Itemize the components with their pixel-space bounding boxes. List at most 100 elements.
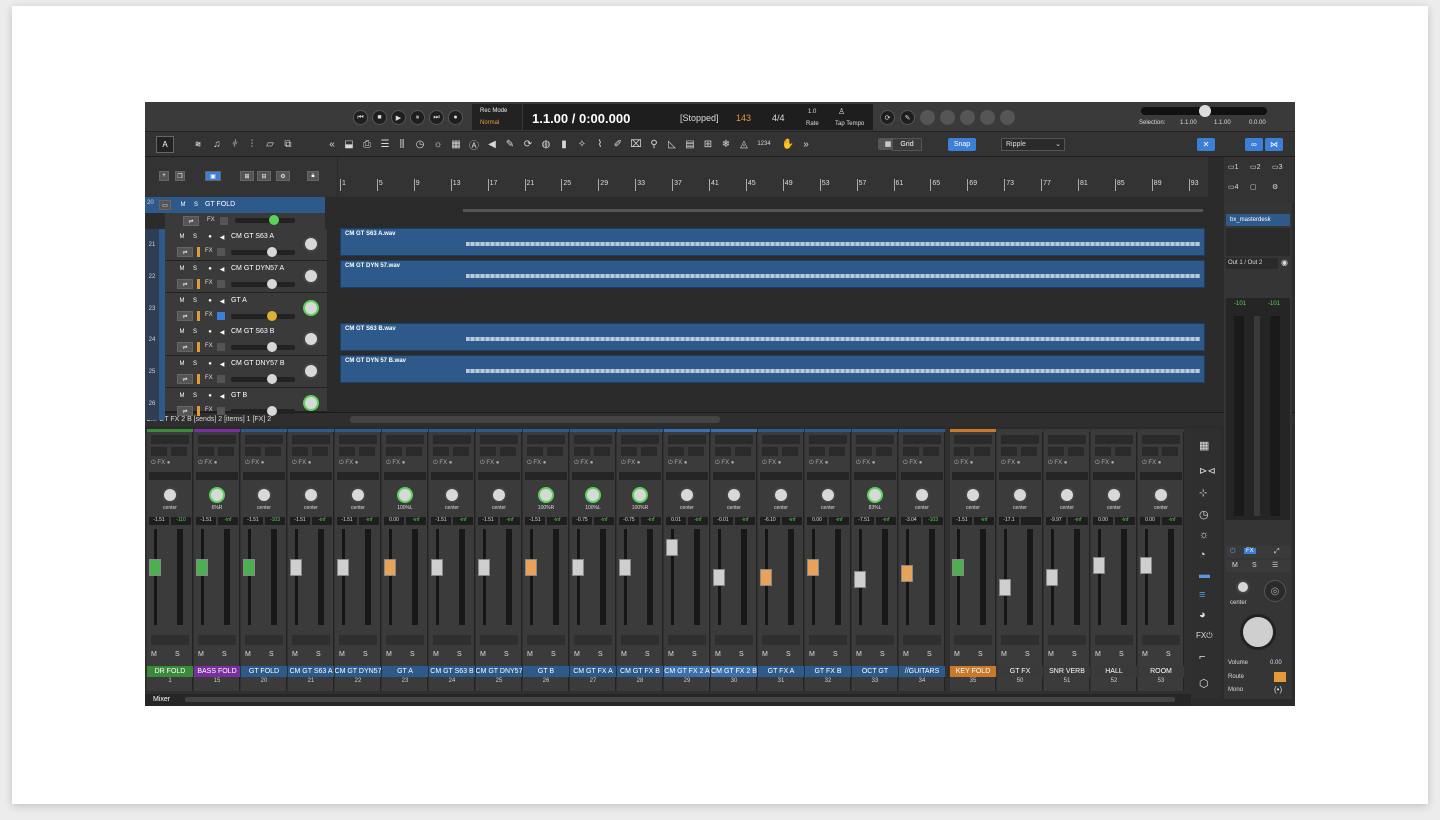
volume-readout[interactable]: -1.51 xyxy=(478,517,498,525)
fader-track[interactable] xyxy=(384,529,396,625)
snowflake-icon[interactable]: ❄ xyxy=(719,137,733,151)
stereo-icon[interactable] xyxy=(1115,447,1131,456)
fader-handle[interactable] xyxy=(290,559,302,576)
audio-clip[interactable]: CM GT DYN 57.wav xyxy=(340,260,1205,288)
route-icon[interactable]: ⌐ xyxy=(1199,651,1205,663)
fx-label[interactable]: ⏻ FX ● xyxy=(903,460,922,467)
phase-icon[interactable] xyxy=(198,447,214,456)
mixer-strip[interactable]: ⏻ FX ● 6%R -1.51 -inf M S BASS FOLD 15 xyxy=(194,429,240,691)
fx-label[interactable]: ⏻ FX ● xyxy=(527,460,546,467)
input-select[interactable] xyxy=(668,435,706,444)
screen-1-icon[interactable]: ▭1 xyxy=(1228,163,1239,171)
stereo-icon[interactable] xyxy=(359,447,375,456)
lightbulb-icon[interactable]: ⚲ xyxy=(647,137,661,151)
volume-readout[interactable]: 0.00 xyxy=(1140,517,1160,525)
pan-knob[interactable] xyxy=(773,487,789,503)
fader-track[interactable] xyxy=(1046,529,1058,625)
master-slider-handle[interactable] xyxy=(1199,105,1211,117)
monitor-icon[interactable]: ◀ xyxy=(217,264,227,274)
input-select[interactable] xyxy=(809,435,847,444)
volume-slider[interactable] xyxy=(231,345,295,350)
clock-icon[interactable]: ◷ xyxy=(1199,508,1209,521)
fx-label[interactable]: FX xyxy=(205,248,213,254)
input-select[interactable] xyxy=(762,435,800,444)
edit-icon[interactable]: ✎ xyxy=(900,110,915,125)
master-fx-button[interactable]: FX xyxy=(1244,548,1256,554)
mute-button[interactable]: M xyxy=(177,359,187,369)
mute-button[interactable]: M xyxy=(856,651,862,658)
meter-icon[interactable]: ▮ xyxy=(557,137,571,151)
fx-label[interactable]: ⏻ FX ● xyxy=(715,460,734,467)
stereo-icon[interactable] xyxy=(1068,447,1084,456)
folder-button[interactable] xyxy=(574,635,612,645)
solo-button[interactable]: S xyxy=(222,651,227,658)
fader-track[interactable] xyxy=(572,529,584,625)
pan-knob[interactable] xyxy=(397,487,413,503)
track-row[interactable]: 25 M S ● ◀ CM GT DNY57 B ⇌ FX xyxy=(145,356,327,388)
stereo-icon[interactable] xyxy=(641,447,657,456)
input-select[interactable] xyxy=(339,435,377,444)
solo-button[interactable]: S xyxy=(316,651,321,658)
fader-track[interactable] xyxy=(807,529,819,625)
fader-handle[interactable] xyxy=(1046,569,1058,586)
mixer-strip[interactable]: ⏻ FX ● center -6.10 -inf M S GT FX A 31 xyxy=(758,429,804,691)
mute-button[interactable]: M xyxy=(574,651,580,658)
speaker-icon[interactable]: ◀ xyxy=(485,137,499,151)
strip-name[interactable]: CM GT S63 A xyxy=(288,666,334,677)
insert-slot[interactable] xyxy=(243,472,285,480)
track-name[interactable]: CM GT S63 B xyxy=(231,328,274,335)
insert-slot[interactable] xyxy=(952,472,994,480)
folder-button[interactable] xyxy=(198,635,236,645)
input-select[interactable] xyxy=(433,435,471,444)
solo-button[interactable]: S xyxy=(645,651,650,658)
insert-slot[interactable] xyxy=(196,472,238,480)
solo-button[interactable]: S xyxy=(739,651,744,658)
input-select[interactable] xyxy=(621,435,659,444)
stereo-icon[interactable] xyxy=(688,447,704,456)
fader-handle[interactable] xyxy=(431,559,443,576)
mute-button[interactable]: M xyxy=(177,296,187,306)
volume-slider[interactable] xyxy=(231,314,295,319)
ramp-icon[interactable]: ◺ xyxy=(665,137,679,151)
folder-button[interactable] xyxy=(621,635,659,645)
folder-button[interactable] xyxy=(762,635,800,645)
pause-button[interactable]: ⏸ xyxy=(410,110,425,125)
stereo-icon[interactable] xyxy=(1021,447,1037,456)
mute-button[interactable]: M xyxy=(245,651,251,658)
volume-slider[interactable] xyxy=(231,409,295,414)
volume-readout[interactable]: 0.01 xyxy=(666,517,686,525)
record-button[interactable]: ● xyxy=(448,110,463,125)
mute-button[interactable]: M xyxy=(177,327,187,337)
table-icon[interactable]: ▤ xyxy=(683,137,697,151)
fader-track[interactable] xyxy=(760,529,772,625)
fx-label[interactable]: FX xyxy=(205,407,213,413)
sun-icon[interactable]: ☼ xyxy=(1199,529,1209,541)
phase-icon[interactable] xyxy=(480,447,496,456)
folder-button[interactable] xyxy=(954,635,992,645)
fader-track[interactable] xyxy=(431,529,443,625)
folder-button[interactable] xyxy=(1095,635,1133,645)
fx-label[interactable]: FX xyxy=(205,375,213,381)
input-select[interactable] xyxy=(856,435,894,444)
volume-slider[interactable] xyxy=(231,250,295,255)
mixer-strip[interactable]: ⏻ FX ● 83%L -7.51 -inf M S OCT GT 33 xyxy=(852,429,898,691)
duplicate-icon[interactable]: ❐ xyxy=(175,171,185,181)
pan-knob[interactable] xyxy=(303,331,319,347)
mute-button[interactable]: M xyxy=(954,651,960,658)
stereo-icon[interactable] xyxy=(594,447,610,456)
add-track-icon[interactable]: + xyxy=(159,171,169,181)
group-icon[interactable]: ⊟ xyxy=(257,171,271,181)
mute-button[interactable]: M xyxy=(903,651,909,658)
pan-knob[interactable] xyxy=(209,487,225,503)
mixer-strip[interactable]: ⏻ FX ● center -1.51 -inf M S CM GT S63 A… xyxy=(288,429,334,691)
fader-track[interactable] xyxy=(337,529,349,625)
mixer-strip[interactable]: ⏻ FX ● center 0.00 -inf M S ROOM 53 xyxy=(1138,429,1184,691)
pan-knob[interactable] xyxy=(162,487,178,503)
input-select[interactable] xyxy=(1142,435,1180,444)
track-row[interactable]: 24 M S ● ◀ CM GT S63 B ⇌ FX xyxy=(145,324,327,356)
strip-name[interactable]: //GUITARS xyxy=(899,666,945,677)
volume-handle[interactable] xyxy=(267,406,277,416)
phase-icon[interactable] xyxy=(339,447,355,456)
fader-handle[interactable] xyxy=(666,539,678,556)
fader-track[interactable] xyxy=(666,529,678,625)
